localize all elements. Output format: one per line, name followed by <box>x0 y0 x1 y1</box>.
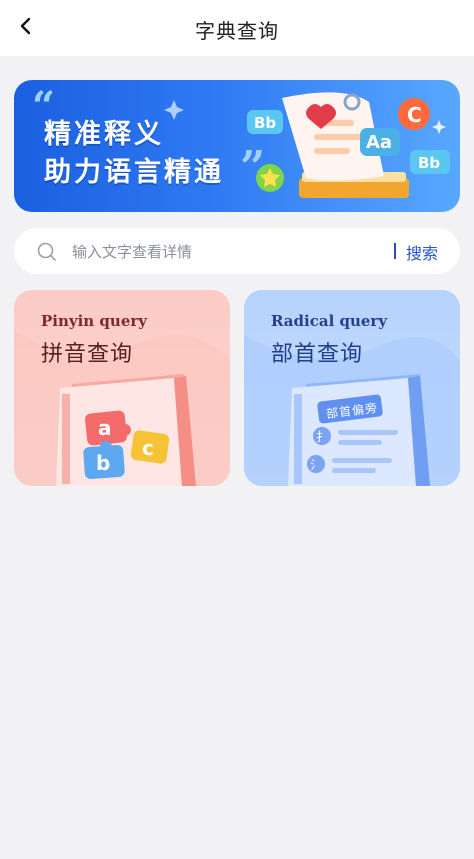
svg-text:Bb: Bb <box>418 154 440 172</box>
svg-text:Aa: Aa <box>366 132 392 153</box>
radical-query-card[interactable]: 扌 氵 部首偏旁 Radical query 部首查询 <box>244 290 460 486</box>
svg-text:C: C <box>407 103 422 127</box>
search-input[interactable]: 输入文字查看详情 <box>72 241 192 262</box>
pinyin-title-zh: 拼音查询 <box>41 342 134 367</box>
pinyin-letter-c: c <box>142 436 154 460</box>
pinyin-letter-a: a <box>98 416 112 440</box>
search-icon <box>37 242 56 261</box>
radical-title-en: Radical query <box>271 312 388 330</box>
search-button[interactable]: 搜索 <box>406 240 438 264</box>
pinyin-letter-b: b <box>96 451 110 475</box>
pinyin-title-en: Pinyin query <box>41 312 147 330</box>
banner-title-line1: 精准释义 <box>44 119 164 150</box>
search-bar[interactable]: 输入文字查看详情 搜索 <box>14 228 460 274</box>
page-title: 字典查询 <box>195 19 279 43</box>
top-bar: 字典查询 <box>0 0 474 56</box>
svg-text:Bb: Bb <box>254 114 276 132</box>
pinyin-query-card[interactable]: a c b Pinyin query 拼音查询 <box>14 290 230 486</box>
promo-banner[interactable]: “ ” Bb Aa C Bb 精准释义 助力语言精通 <box>14 80 460 212</box>
banner-title-line2: 助力语言精通 <box>44 157 224 188</box>
radical-title-zh: 部首查询 <box>271 342 364 367</box>
search-divider <box>394 243 396 259</box>
radical-glyph-2: 氵 <box>310 458 322 472</box>
radical-glyph-1: 扌 <box>316 430 328 444</box>
